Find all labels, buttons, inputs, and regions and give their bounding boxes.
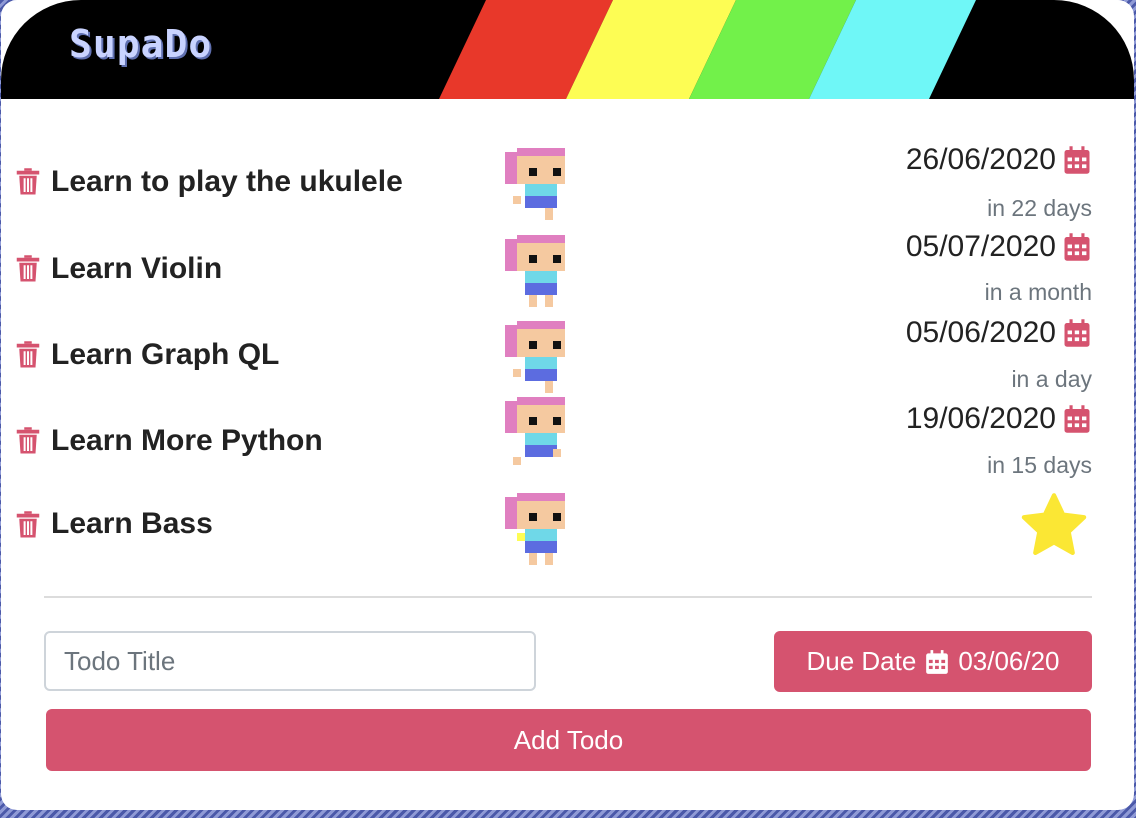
due-date-text: 05/07/2020 <box>905 230 1056 263</box>
avatar <box>505 397 565 465</box>
trash-icon[interactable] <box>13 340 43 370</box>
app-title: SupaDo <box>69 22 213 66</box>
due-date-text: 26/06/2020 <box>905 143 1056 176</box>
todo-item: Learn Bass <box>1 485 1134 565</box>
app-header: SupaDo <box>1 0 1134 99</box>
calendar-icon[interactable] <box>1062 145 1092 175</box>
avatar <box>505 148 565 220</box>
star-icon <box>1021 493 1087 556</box>
avatar <box>505 321 565 393</box>
calendar-icon[interactable] <box>1062 232 1092 262</box>
add-todo-button[interactable]: Add Todo <box>46 709 1091 771</box>
trash-icon[interactable] <box>13 167 43 197</box>
todo-item: Learn Violin 05/07/2020 in a month <box>1 227 1134 307</box>
due-date-text: 19/06/2020 <box>905 402 1056 435</box>
due-date-value: 03/06/20 <box>958 646 1060 676</box>
trash-icon[interactable] <box>13 426 43 456</box>
due-date: 19/06/2020 <box>906 402 1092 436</box>
todo-title[interactable]: Learn Bass <box>51 507 213 541</box>
trash-icon[interactable] <box>13 254 43 284</box>
relative-due: in a month <box>984 279 1092 305</box>
calendar-icon[interactable] <box>1062 318 1092 348</box>
relative-due: in 22 days <box>987 195 1092 221</box>
todo-title[interactable]: Learn Violin <box>51 252 222 286</box>
todo-title[interactable]: Learn to play the ukulele <box>51 165 403 199</box>
divider <box>44 596 1092 598</box>
due-date-text: 05/06/2020 <box>905 316 1056 349</box>
todo-item: Learn to play the ukulele 26/06/2020 in … <box>1 140 1134 221</box>
due-date-button[interactable]: Due Date 03/06/20 <box>774 631 1092 692</box>
relative-due: in a day <box>1011 366 1092 392</box>
due-date: 05/07/2020 <box>906 230 1092 264</box>
avatar <box>505 493 565 565</box>
todo-title[interactable]: Learn Graph QL <box>51 338 279 372</box>
todo-item: Learn More Python 19/06/2020 in 15 days <box>1 397 1134 479</box>
relative-due: in 15 days <box>987 452 1092 478</box>
todo-title[interactable]: Learn More Python <box>51 424 323 458</box>
due-date: 26/06/2020 <box>906 143 1092 177</box>
avatar <box>505 235 565 307</box>
due-date-label: Due Date <box>806 646 917 676</box>
trash-icon[interactable] <box>13 510 43 540</box>
due-date: 05/06/2020 <box>906 316 1092 350</box>
calendar-icon <box>926 649 949 674</box>
calendar-icon[interactable] <box>1062 404 1092 434</box>
todo-item: Learn Graph QL 05/06/2020 in a day <box>1 313 1134 393</box>
todo-card: SupaDo Learn to play the ukulele 26/06/2… <box>1 0 1134 810</box>
todo-title-input[interactable] <box>44 631 536 691</box>
